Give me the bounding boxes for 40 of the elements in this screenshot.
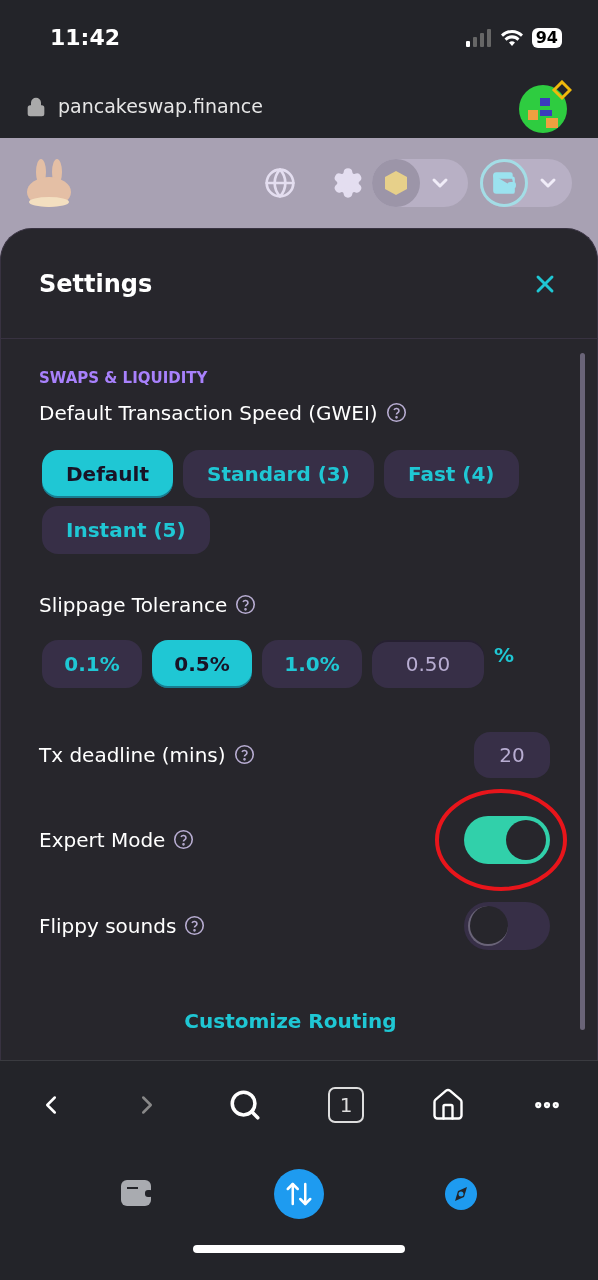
swap-button[interactable] bbox=[274, 1169, 324, 1219]
wallet-icon bbox=[491, 170, 517, 196]
setting-label: Default Transaction Speed (GWEI) bbox=[39, 399, 378, 427]
option-button[interactable]: Fast (4) bbox=[383, 449, 519, 498]
help-icon[interactable] bbox=[233, 744, 255, 765]
cube-icon bbox=[382, 169, 410, 197]
help-icon[interactable] bbox=[173, 829, 195, 850]
tabs-button[interactable]: 1 bbox=[328, 1087, 364, 1123]
site-avatar-icon[interactable] bbox=[518, 79, 572, 134]
search-icon[interactable] bbox=[228, 1088, 262, 1122]
help-icon[interactable] bbox=[385, 402, 407, 423]
deadline-input[interactable]: 20 bbox=[474, 731, 550, 778]
option-button[interactable]: 0.1% bbox=[42, 639, 142, 688]
signal-icon bbox=[465, 28, 492, 47]
clock: 11:42 bbox=[50, 24, 121, 52]
option-button[interactable]: Instant (5) bbox=[42, 505, 210, 554]
wallet-icon[interactable] bbox=[120, 1180, 153, 1208]
option-button[interactable]: 1.0% bbox=[262, 639, 362, 688]
option-button[interactable]: Default bbox=[42, 449, 174, 498]
home-icon[interactable] bbox=[430, 1087, 466, 1123]
setting-label: Slippage Tolerance bbox=[39, 591, 228, 619]
battery-indicator: 94 bbox=[531, 27, 562, 48]
customize-routing-link[interactable]: Customize Routing bbox=[184, 1005, 397, 1036]
compass-icon[interactable] bbox=[445, 1178, 478, 1210]
toggle-switch[interactable] bbox=[464, 815, 550, 864]
percent-unit: % bbox=[494, 641, 515, 669]
slippage-input[interactable]: 0.50 bbox=[372, 639, 484, 688]
lock-icon bbox=[26, 96, 46, 117]
help-icon[interactable] bbox=[235, 594, 257, 615]
setting-label: Tx deadline (mins) bbox=[39, 741, 226, 769]
setting-label: Expert Mode bbox=[39, 826, 166, 854]
page-url[interactable]: pancakeswap.finance bbox=[58, 92, 263, 121]
section-heading: SWAPS & LIQUIDITY bbox=[39, 368, 209, 389]
modal-title: Settings bbox=[39, 268, 153, 300]
help-icon[interactable] bbox=[184, 915, 206, 936]
option-button[interactable]: 0.5% bbox=[152, 639, 252, 688]
setting-label: Flippy sounds bbox=[39, 912, 177, 940]
option-button[interactable]: Standard (3) bbox=[183, 449, 374, 498]
toggle-switch[interactable] bbox=[464, 901, 550, 950]
wifi-icon bbox=[499, 28, 524, 47]
